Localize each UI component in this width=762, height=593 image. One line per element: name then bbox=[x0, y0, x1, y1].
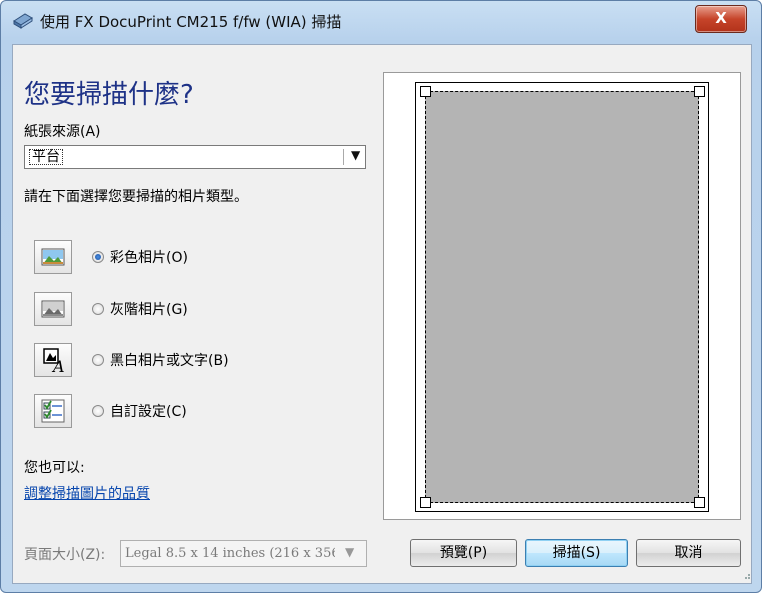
radio-black-white-text[interactable] bbox=[92, 354, 104, 366]
title-bar: 使用 FX DocuPrint CM215 f/fw (WIA) 掃描 X bbox=[0, 0, 760, 42]
also-label: 您也可以: bbox=[24, 460, 85, 476]
option-label-color-picture[interactable]: 彩色相片(O) bbox=[110, 247, 188, 267]
paper-source-label: 紙張來源(A) bbox=[24, 124, 101, 140]
color-picture-graphic bbox=[41, 248, 65, 266]
svg-text:A: A bbox=[51, 357, 65, 376]
instruction-text: 請在下面選擇您要掃描的相片類型。 bbox=[24, 189, 248, 205]
color-picture-icon[interactable] bbox=[34, 240, 72, 274]
grayscale-picture-graphic bbox=[41, 300, 65, 318]
cancel-button[interactable]: 取消 bbox=[636, 539, 741, 567]
option-label-black-white-text[interactable]: 黑白相片或文字(B) bbox=[110, 350, 229, 370]
option-label-grayscale-picture[interactable]: 灰階相片(G) bbox=[110, 299, 188, 319]
crop-handle-top-left[interactable] bbox=[420, 86, 431, 97]
option-label-custom-settings[interactable]: 自訂設定(C) bbox=[110, 401, 187, 421]
scan-region[interactable] bbox=[425, 91, 699, 503]
page-size-select[interactable]: Legal 8.5 x 14 inches (216 x 356 ▼ bbox=[120, 540, 367, 567]
adjust-quality-link[interactable]: 調整掃描圖片的品質 bbox=[24, 483, 150, 503]
crop-handle-bottom-left[interactable] bbox=[420, 497, 431, 508]
resize-grip-icon[interactable] bbox=[741, 570, 751, 580]
custom-settings-graphic bbox=[41, 399, 65, 423]
custom-settings-icon[interactable] bbox=[34, 394, 72, 428]
radio-color-picture[interactable] bbox=[92, 251, 104, 263]
select-divider bbox=[343, 149, 344, 165]
window-title: 使用 FX DocuPrint CM215 f/fw (WIA) 掃描 bbox=[40, 13, 342, 31]
chevron-down-icon: ▼ bbox=[351, 148, 361, 162]
crop-handle-top-right[interactable] bbox=[694, 86, 705, 97]
black-white-text-graphic: A bbox=[43, 348, 65, 376]
radio-grayscale-picture[interactable] bbox=[92, 303, 104, 315]
preview-button[interactable]: 預覽(P) bbox=[410, 539, 517, 567]
radio-custom-settings[interactable] bbox=[92, 405, 104, 417]
chevron-down-icon: ▼ bbox=[345, 545, 355, 559]
black-white-text-icon[interactable]: A bbox=[34, 343, 72, 377]
page-title: 您要掃描什麼? bbox=[24, 80, 194, 110]
page-size-label: 頁面大小(Z): bbox=[24, 547, 106, 563]
close-button[interactable]: X bbox=[695, 5, 747, 33]
page-size-value: Legal 8.5 x 14 inches (216 x 356 bbox=[125, 546, 335, 561]
paper-source-select[interactable]: 平台 ▼ bbox=[24, 145, 366, 169]
crop-handle-bottom-right[interactable] bbox=[694, 497, 705, 508]
scanner-icon bbox=[13, 13, 33, 29]
scan-button[interactable]: 掃描(S) bbox=[525, 539, 628, 567]
grayscale-picture-icon[interactable] bbox=[34, 292, 72, 326]
paper-source-value: 平台 bbox=[29, 149, 63, 165]
